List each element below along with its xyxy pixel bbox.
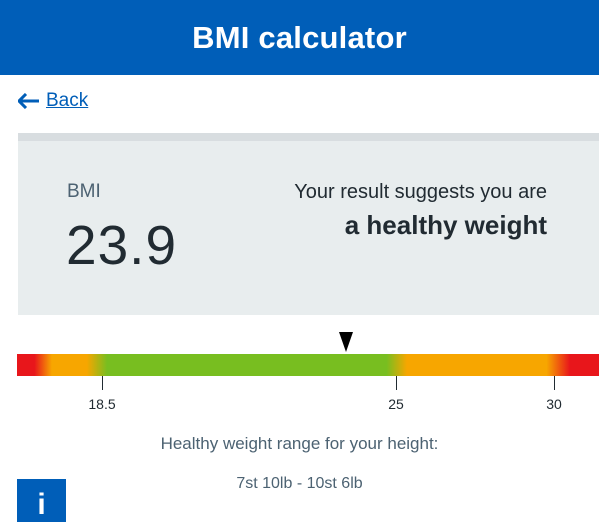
info-icon: i — [37, 488, 46, 521]
page-title: BMI calculator — [192, 19, 407, 55]
scale-tick-label: 30 — [546, 396, 562, 412]
bmi-scale-bar — [17, 354, 599, 376]
app-header: BMI calculator — [0, 0, 599, 75]
scale-tick — [102, 376, 103, 390]
bmi-value: 23.9 — [66, 214, 178, 276]
scale-tick — [554, 376, 555, 390]
result-suggestion: Your result suggests you are — [294, 181, 547, 203]
healthy-range-value: 7st 10lb - 10st 6lb — [236, 475, 363, 492]
result-panel: BMI 23.9 Your result suggests you are a … — [18, 133, 599, 315]
result-summary: Your result suggests you are a healthy w… — [294, 181, 547, 241]
bmi-scale: 18.5 25 30 — [17, 332, 599, 412]
result-category: a healthy weight — [344, 210, 547, 240]
healthy-range-title: Healthy weight range for your height: — [160, 434, 439, 453]
arrow-left-icon — [18, 93, 39, 109]
scale-tick-label: 18.5 — [88, 396, 116, 412]
bmi-label: BMI — [67, 181, 101, 202]
bmi-pointer-icon — [339, 332, 354, 352]
scale-tick-label: 25 — [388, 396, 404, 412]
info-button[interactable]: i — [17, 479, 66, 522]
back-link-label: Back — [46, 90, 89, 111]
back-link[interactable]: Back — [18, 90, 88, 112]
scale-tick — [396, 376, 397, 390]
